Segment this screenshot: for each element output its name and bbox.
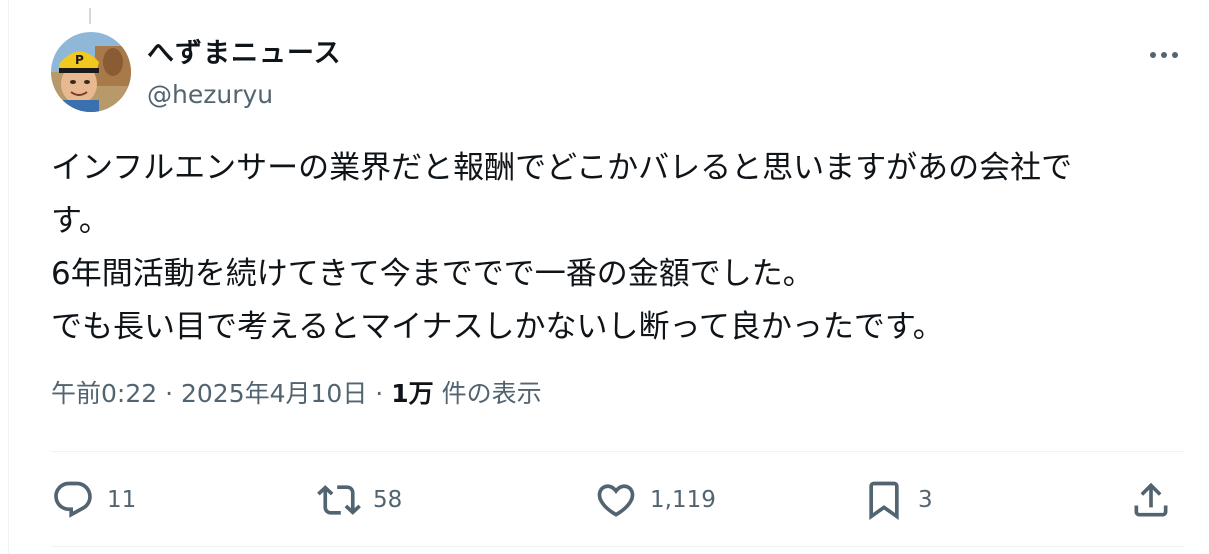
divider-bottom: [51, 546, 1185, 547]
tweet-time[interactable]: 午前0:22: [51, 379, 157, 408]
reply-bubble-icon: [54, 481, 92, 518]
tweet-meta: 午前0:22 · 2025年4月10日 · 1万 件の表示: [51, 376, 542, 412]
avatar[interactable]: P: [51, 32, 131, 112]
tweet-date[interactable]: 2025年4月10日: [181, 379, 367, 408]
reply-button[interactable]: 11: [51, 478, 136, 522]
bookmark-count: 3: [918, 487, 933, 513]
tweet-text-line: す。: [51, 203, 110, 239]
repost-count: 58: [373, 487, 403, 513]
divider-top: [51, 451, 1185, 452]
thread-connector-line: [89, 8, 91, 24]
bookmark-button[interactable]: 3: [862, 478, 933, 522]
share-upload-icon: [1134, 482, 1168, 517]
tweet-text-line: インフルエンサーの業界だと報酬でどこかバレると思いますがあの会社で: [51, 150, 1073, 186]
views-count: 1万: [391, 379, 434, 408]
repost-arrows-icon: [317, 485, 361, 515]
tweet-text-line: でも長い目で考えるとマイナスしかないし断って良かったです。: [51, 309, 944, 345]
author-handle[interactable]: @hezuryu: [147, 78, 273, 112]
repost-button[interactable]: 58: [317, 478, 402, 522]
author-display-name[interactable]: へずまニュース: [147, 36, 342, 72]
like-count: 1,119: [650, 487, 716, 513]
heart-icon: [597, 484, 635, 517]
meta-separator: ·: [375, 379, 384, 408]
bookmark-icon: [869, 481, 899, 521]
tweet-text: インフルエンサーの業界だと報酬でどこかバレると思いますがあの会社で す。 6年間…: [51, 142, 1181, 354]
more-horizontal-icon: [1150, 52, 1178, 58]
reply-count: 11: [107, 487, 137, 513]
tweet-card: P へずまニュース @hezuryu インフルエンサーの業界だと報酬でどこかバレ…: [8, 0, 1209, 554]
avatar-photo: P: [51, 32, 131, 112]
more-options-button[interactable]: [1144, 38, 1184, 72]
views-label: 件の表示: [441, 379, 542, 408]
meta-separator: ·: [165, 379, 174, 408]
tweet-text-line: 6年間活動を続けてきて今まででで一番の金額でした。: [51, 256, 814, 292]
share-button[interactable]: [1129, 478, 1173, 522]
svg-text:P: P: [75, 53, 84, 67]
like-button[interactable]: 1,119: [594, 478, 716, 522]
